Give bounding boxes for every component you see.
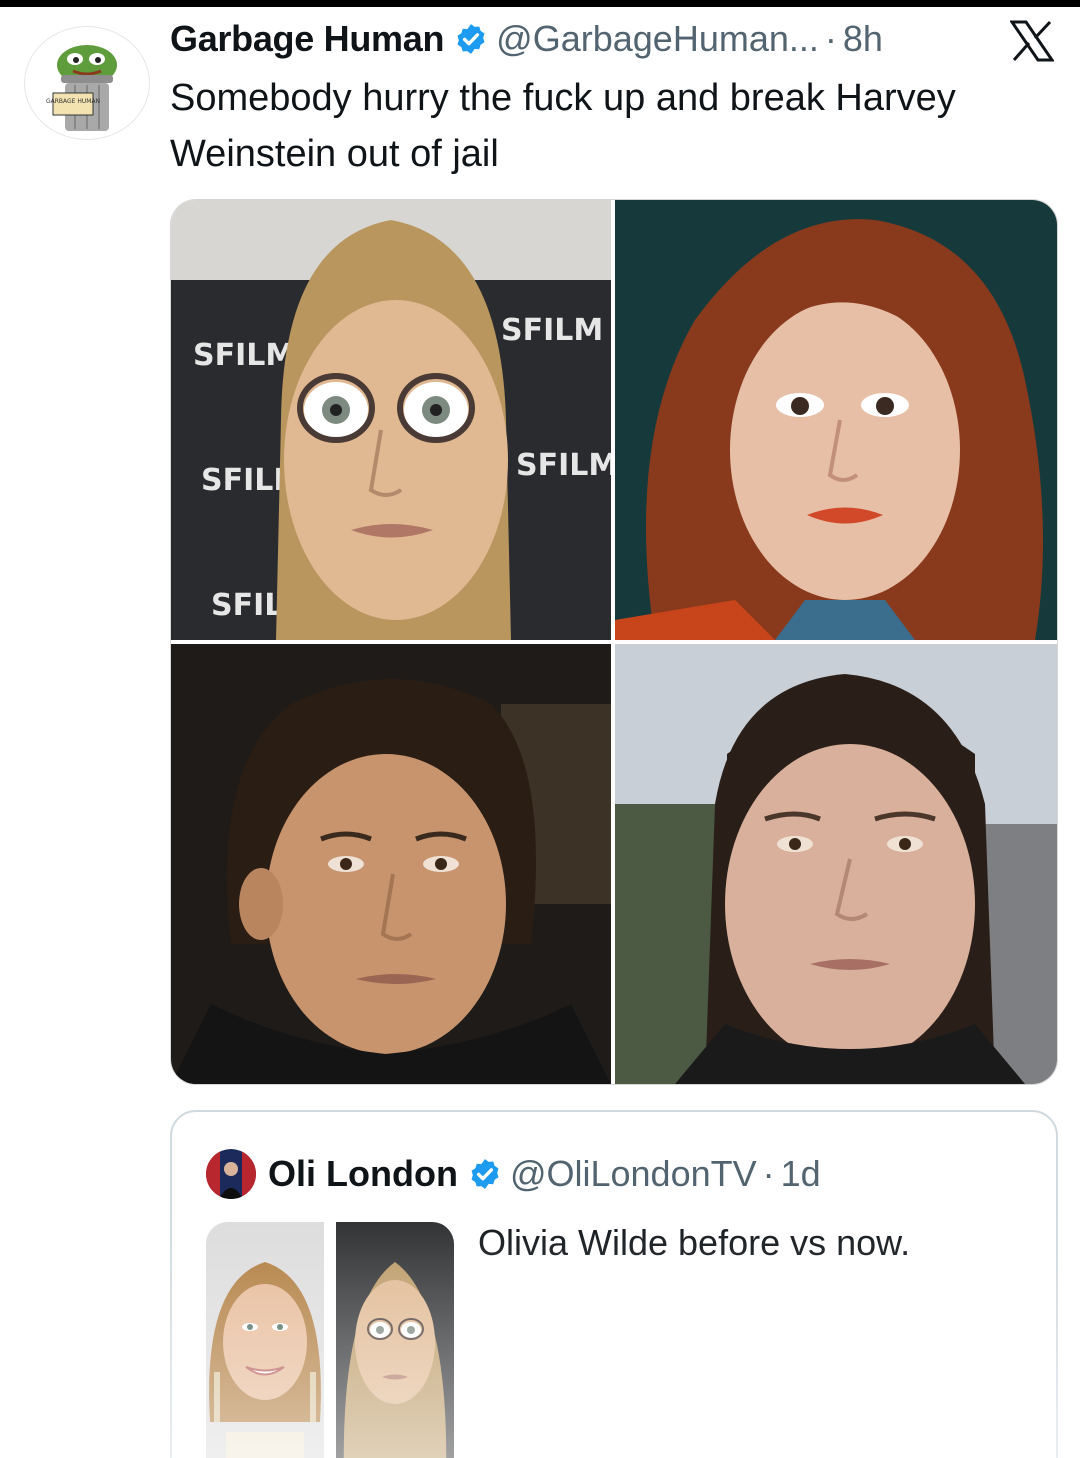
tweet-timestamp[interactable]: 8h [843,18,883,60]
backdrop-logo: SFILM [516,448,611,483]
verified-badge-icon [454,22,488,56]
avatar-sign-text: GARBAGE HUMAN [46,98,100,105]
photo-top-right[interactable] [615,200,1057,640]
tweet-screenshot: GARBAGE HUMAN Garbage Human @GarbageHuma… [0,0,1080,1458]
backdrop-logo: SFILM [501,313,603,348]
quoted-tweet-timestamp[interactable]: 1d [781,1153,821,1195]
media-grid[interactable]: SFILM SFILM SFILM SFILM SFILM [170,199,1058,1085]
author-display-name[interactable]: Garbage Human [170,18,444,60]
quoted-tweet-text: Olivia Wilde before vs now. [478,1222,911,1263]
x-logo-icon[interactable] [1009,20,1055,62]
photo-top-left[interactable]: SFILM SFILM SFILM SFILM SFILM [171,200,611,640]
author-avatar[interactable]: GARBAGE HUMAN [24,26,150,140]
quoted-photo-before[interactable] [206,1222,324,1458]
quoted-author-avatar[interactable] [206,1149,256,1199]
author-handle[interactable]: @GarbageHuman... [496,18,819,60]
photo-bottom-left[interactable] [171,644,611,1084]
quoted-author-display-name[interactable]: Oli London [268,1153,458,1195]
tweet-text: Somebody hurry the fuck up and break Har… [170,77,956,175]
quoted-tweet[interactable]: Oli London @OliLondonTV · 1d Olivia Wild… [170,1110,1058,1458]
verified-badge-icon [468,1157,502,1191]
photo-bottom-right[interactable] [615,644,1057,1084]
separator-dot: · [824,18,837,59]
separator-dot: · [762,1153,775,1194]
quoted-photo-now[interactable] [336,1222,454,1458]
quoted-author-handle[interactable]: @OliLondonTV [510,1153,757,1195]
quoted-tweet-header: Oli London @OliLondonTV · 1d [206,1148,821,1200]
quoted-tweet-media[interactable] [206,1222,454,1458]
backdrop-logo: SFILM [193,338,295,373]
tweet-header: Garbage Human @GarbageHuman... · 8h [170,14,883,64]
top-edge [0,0,1080,7]
